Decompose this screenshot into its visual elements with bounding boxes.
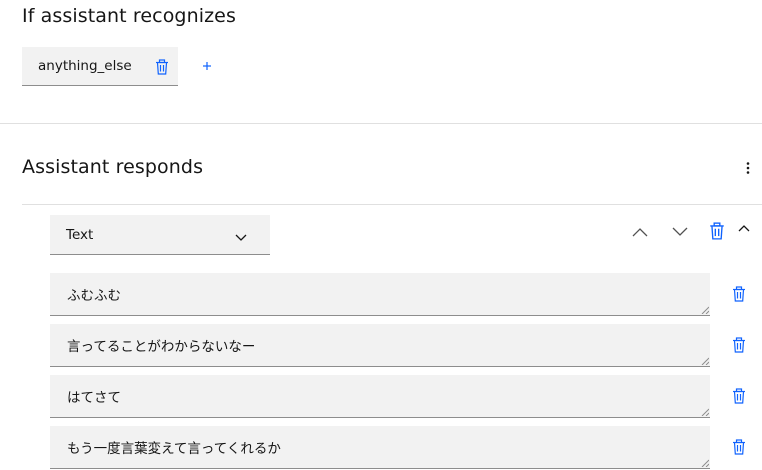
response-variation-field[interactable]: ふむふむ [50, 273, 710, 316]
response-type-select[interactable]: Text [50, 215, 270, 255]
section-divider [0, 123, 762, 124]
condition-chip[interactable]: anything_else [22, 47, 178, 86]
response-variation-field[interactable]: はてさて [50, 375, 710, 418]
move-up-icon[interactable] [631, 224, 649, 243]
overflow-menu-vertical-icon[interactable] [742, 160, 754, 176]
chevron-down-icon [234, 229, 248, 248]
response-variation-text: はてさて [67, 390, 121, 406]
trash-icon[interactable] [731, 286, 747, 302]
resize-grip-icon[interactable] [701, 459, 709, 467]
plus-icon[interactable] [199, 58, 215, 74]
trash-icon[interactable] [154, 59, 170, 75]
trash-icon[interactable] [708, 222, 726, 240]
resize-grip-icon[interactable] [701, 306, 709, 314]
response-variation-field[interactable]: 言ってることがわからないなー [50, 324, 710, 367]
response-variation-field[interactable]: もう一度言葉変えて言ってくれるか [50, 426, 710, 469]
condition-chip-label: anything_else [38, 58, 132, 74]
resize-grip-icon[interactable] [701, 408, 709, 416]
response-divider [22, 204, 762, 205]
resize-grip-icon[interactable] [701, 357, 709, 365]
collapse-icon[interactable] [737, 219, 751, 238]
move-down-icon[interactable] [671, 224, 689, 243]
response-variation-text: ふむふむ [67, 288, 121, 304]
response-type-value: Text [66, 227, 94, 243]
response-variation-text: もう一度言葉変えて言ってくれるか [67, 441, 281, 457]
response-title: Assistant responds [22, 156, 204, 178]
condition-title: If assistant recognizes [22, 5, 236, 27]
trash-icon[interactable] [731, 439, 747, 455]
trash-icon[interactable] [731, 388, 747, 404]
trash-icon[interactable] [731, 337, 747, 353]
response-variation-text: 言ってることがわからないなー [67, 339, 256, 355]
